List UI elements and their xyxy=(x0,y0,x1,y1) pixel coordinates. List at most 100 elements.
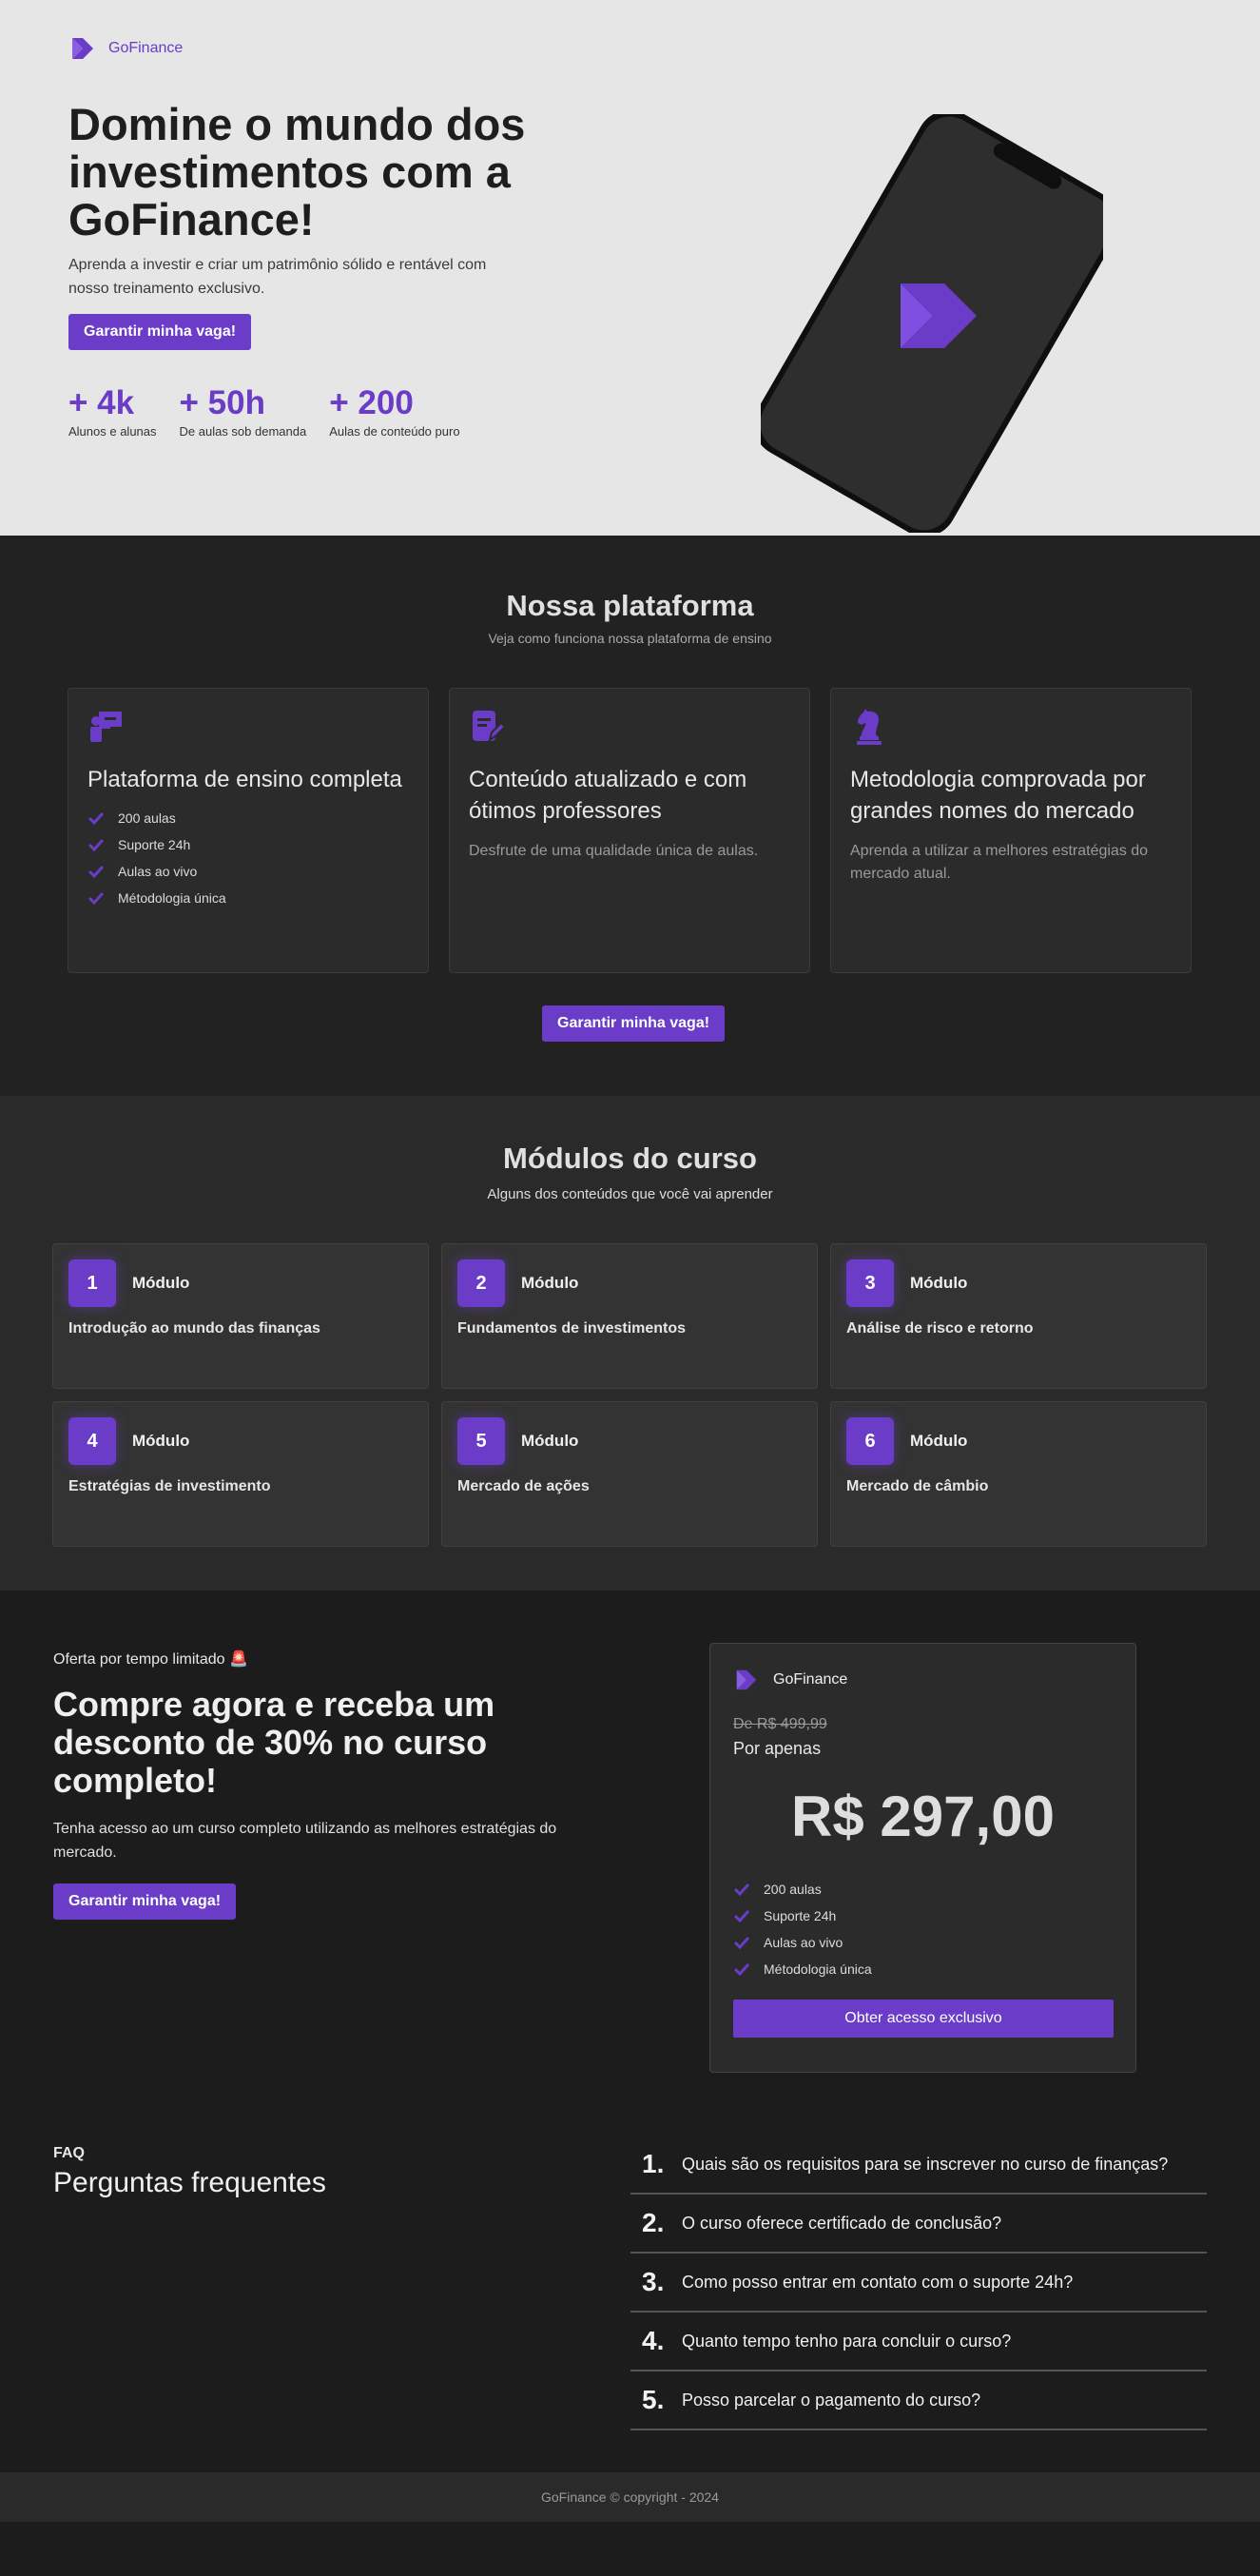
module-label: Módulo xyxy=(132,1274,190,1292)
faq-number: 5. xyxy=(642,2385,665,2414)
check-icon xyxy=(733,1962,750,1977)
footer-copyright: GoFinance © copyright - 2024 xyxy=(541,2489,719,2505)
list-item-label: Métodologia única xyxy=(118,890,226,906)
faq-item[interactable]: 3. Como posso entrar em contato com o sup… xyxy=(630,2254,1207,2313)
check-icon xyxy=(87,811,105,826)
list-item: Aulas ao vivo xyxy=(87,858,409,885)
current-price: R$ 297,00 xyxy=(791,1785,1055,1848)
offer-tag-label: Oferta por tempo limitado xyxy=(53,1651,225,1668)
faq-kicker: FAQ xyxy=(53,2145,85,2161)
file-edit-icon xyxy=(473,711,507,743)
faq-number: 4. xyxy=(642,2326,665,2355)
module-card[interactable]: 1 Módulo Introdução ao mundo das finanças xyxy=(52,1243,429,1389)
stat-value: + 50h xyxy=(179,384,265,421)
faq-number: 1. xyxy=(642,2149,665,2178)
price-card-brand: GoFinance xyxy=(773,1671,848,1688)
check-icon xyxy=(87,891,105,906)
logo[interactable]: GoFinance xyxy=(68,34,183,63)
footer: GoFinance © copyright - 2024 xyxy=(0,2472,1260,2522)
module-card[interactable]: 6 Módulo Mercado de câmbio xyxy=(830,1401,1207,1547)
faq-question: Posso parcelar o pagamento do curso? xyxy=(682,2390,981,2410)
faq-section: FAQ Perguntas frequentes 1. Quais são os … xyxy=(0,2107,1260,2472)
module-label: Módulo xyxy=(521,1274,579,1292)
platform-title: Nossa plataforma xyxy=(506,589,754,622)
list-item: Suporte 24h xyxy=(87,831,409,858)
stat-value: + 4k xyxy=(68,384,135,421)
modules-section: Módulos do curso Alguns dos conteúdos qu… xyxy=(0,1096,1260,1590)
module-card[interactable]: 3 Módulo Análise de risco e retorno xyxy=(830,1243,1207,1389)
stat-lessons: + 200 Aulas de conteúdo puro xyxy=(329,382,459,439)
module-number: 3 xyxy=(846,1259,894,1307)
faq-item[interactable]: 4. Quanto tempo tenho para concluir o cur… xyxy=(630,2313,1207,2371)
module-number: 5 xyxy=(457,1417,505,1465)
list-item-label: 200 aulas xyxy=(118,810,176,826)
module-card[interactable]: 2 Módulo Fundamentos de investimentos xyxy=(441,1243,818,1389)
faq-item[interactable]: 1. Quais são os requisitos para se inscre… xyxy=(630,2136,1207,2195)
module-card[interactable]: 4 Módulo Estratégias de investimento xyxy=(52,1401,429,1547)
check-icon xyxy=(733,1909,750,1923)
module-title: Mercado de câmbio xyxy=(846,1478,989,1494)
logo-text: GoFinance xyxy=(108,40,184,56)
list-item: Métodologia única xyxy=(733,1956,1113,1982)
chess-knight-icon xyxy=(857,709,882,745)
platform-section: Nossa plataforma Veja como funciona noss… xyxy=(0,536,1260,1096)
faq-item[interactable]: 2. O curso oferece certificado de conclus… xyxy=(630,2195,1207,2254)
platform-card: Plataforma de ensino completa 200 aulas … xyxy=(68,688,429,973)
platform-card: Metodologia comprovada por grandes nomes… xyxy=(830,688,1192,973)
list-item-label: Suporte 24h xyxy=(764,1908,837,1923)
hero-subtitle: Aprenda a investir e criar um patrimônio… xyxy=(68,257,487,297)
list-item: Suporte 24h xyxy=(733,1903,1113,1929)
offer-title: Compre agora e receba um desconto de 30%… xyxy=(53,1685,495,1800)
check-icon xyxy=(87,865,105,879)
platform-cta-button[interactable]: Garantir minha vaga! xyxy=(542,1005,726,1042)
list-item-label: Aulas ao vivo xyxy=(118,864,198,879)
get-access-button[interactable]: Obter acesso exclusivo xyxy=(733,2000,1114,2038)
offer-tag: Oferta por tempo limitado 🚨 xyxy=(53,1649,248,1669)
phone-mockup-image xyxy=(761,114,1103,533)
module-title: Estratégias de investimento xyxy=(68,1478,271,1494)
faq-item[interactable]: 5. Posso parcelar o pagamento do curso? xyxy=(630,2371,1207,2430)
hero-section: GoFinance Domine o mundo dos investiment… xyxy=(0,0,1260,536)
price-card-logo: GoFinance xyxy=(733,1667,1113,1693)
price-card: GoFinance De R$ 499,99 Por apenas R$ 297… xyxy=(709,1643,1136,2073)
card-title: Metodologia comprovada por grandes nomes… xyxy=(850,767,1146,824)
module-title: Introdução ao mundo das finanças xyxy=(68,1320,320,1337)
hero-cta-button[interactable]: Garantir minha vaga! xyxy=(68,314,252,350)
price-prefix: Por apenas xyxy=(733,1739,822,1758)
faq-list: 1. Quais são os requisitos para se inscre… xyxy=(630,2136,1207,2430)
list-item: Métodologia única xyxy=(87,885,409,911)
faq-number: 2. xyxy=(642,2208,665,2237)
list-item-label: Suporte 24h xyxy=(118,837,191,852)
module-title: Mercado de ações xyxy=(457,1478,590,1494)
module-number: 4 xyxy=(68,1417,116,1465)
modules-subtitle: Alguns dos conteúdos que você vai aprend… xyxy=(487,1186,773,1202)
faq-question: Como posso entrar em contato com o supor… xyxy=(682,2272,1074,2292)
list-item: 200 aulas xyxy=(87,805,409,831)
module-label: Módulo xyxy=(132,1432,190,1450)
module-label: Módulo xyxy=(910,1432,968,1450)
module-number: 2 xyxy=(457,1259,505,1307)
card-text: Aprenda a utilizar a melhores estratégia… xyxy=(850,843,1149,882)
stat-label: De aulas sob demanda xyxy=(179,424,307,439)
list-item-label: Aulas ao vivo xyxy=(764,1935,843,1950)
module-label: Módulo xyxy=(910,1274,968,1292)
stat-value: + 200 xyxy=(329,384,414,421)
module-title: Análise de risco e retorno xyxy=(846,1320,1034,1337)
faq-question: Quais são os requisitos para se inscreve… xyxy=(682,2154,1169,2174)
offer-cta-button[interactable]: Garantir minha vaga! xyxy=(53,1883,237,1920)
feature-list: 200 aulas Suporte 24h Aulas ao vivo Méto… xyxy=(87,805,409,911)
list-item-label: Métodologia única xyxy=(764,1961,872,1977)
check-icon xyxy=(733,1883,750,1897)
offer-section: Oferta por tempo limitado 🚨 Compre agora… xyxy=(0,1590,1260,2107)
module-title: Fundamentos de investimentos xyxy=(457,1320,687,1337)
module-number: 1 xyxy=(68,1259,116,1307)
platform-card: Conteúdo atualizado e com ótimos profess… xyxy=(449,688,810,973)
card-title: Conteúdo atualizado e com ótimos profess… xyxy=(469,767,747,824)
old-price: De R$ 499,99 xyxy=(733,1716,827,1732)
list-item: Aulas ao vivo xyxy=(733,1929,1113,1956)
faq-title: Perguntas frequentes xyxy=(53,2167,326,2198)
check-icon xyxy=(733,1936,750,1950)
list-item-label: 200 aulas xyxy=(764,1882,822,1897)
module-card[interactable]: 5 Módulo Mercado de ações xyxy=(441,1401,818,1547)
chalkboard-teacher-icon xyxy=(90,712,122,742)
